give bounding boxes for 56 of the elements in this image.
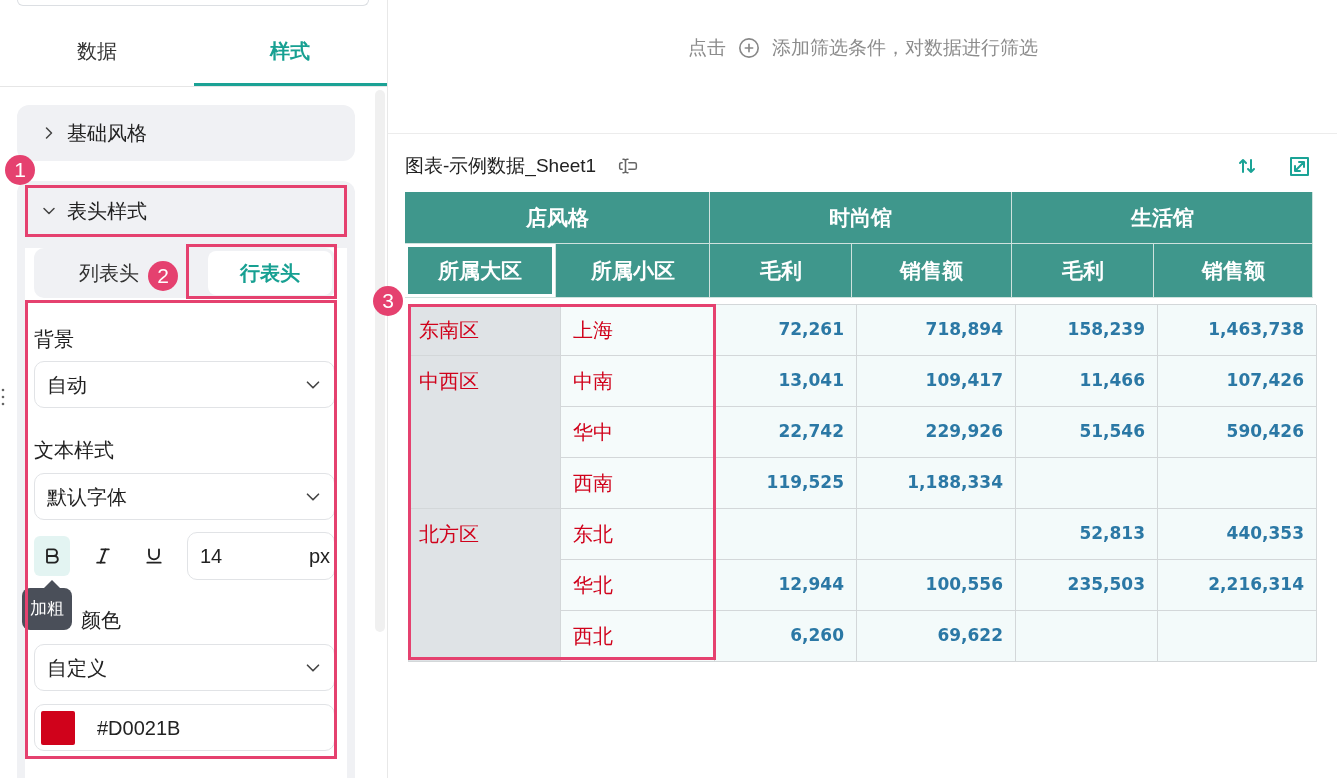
plus-circle-icon[interactable] [737, 37, 760, 59]
table-cell: 107,426 [1158, 356, 1317, 407]
filter-hint-text: 添加筛选条件，对数据进行筛选 [771, 35, 1038, 60]
table-cell: 上海 [561, 305, 715, 356]
table-cell: 中南 [561, 356, 715, 407]
format-button[interactable] [34, 536, 70, 576]
swap-arrows-icon[interactable] [1238, 157, 1256, 175]
table-cell: 华中 [561, 407, 715, 458]
table-cell: 718,894 [857, 305, 1016, 356]
table-cell: 12,944 [715, 560, 857, 611]
table-cell: 158,239 [1016, 305, 1158, 356]
text-cursor-icon[interactable] [618, 156, 639, 176]
table-cell: 229,926 [857, 407, 1016, 458]
field-label: 颜色 [81, 608, 121, 632]
table-cell: 590,426 [1158, 407, 1317, 458]
scrollbar[interactable] [375, 90, 385, 632]
header-cell: 店风格 [405, 192, 710, 244]
header-cell: 时尚馆 [710, 192, 1012, 244]
table-cell: 中西区 [409, 356, 561, 509]
panel-tab[interactable]: 数据 [0, 6, 194, 86]
table-cell: 11,466 [1016, 356, 1158, 407]
field-label: 背景 [34, 327, 74, 351]
field-label: 文本样式 [34, 438, 114, 462]
table-cell: 西南 [561, 458, 715, 509]
table-cell: 22,742 [715, 407, 857, 458]
table-cell: 东北 [561, 509, 715, 560]
annotation-badge: 1 [5, 155, 35, 185]
table-cell: 69,622 [857, 611, 1016, 662]
filter-hint-text: 点击 [687, 35, 726, 60]
table-cell: 1,188,334 [857, 458, 1016, 509]
table-cell: 西北 [561, 611, 715, 662]
table-cell: 51,546 [1016, 407, 1158, 458]
table-cell: 235,503 [1016, 560, 1158, 611]
table-cell: 13,041 [715, 356, 857, 407]
tooltip: 加粗 [22, 580, 72, 630]
table-cell: 6,260 [715, 611, 857, 662]
header-cell: 生活馆 [1012, 192, 1313, 244]
annotation-badge: 3 [373, 286, 403, 316]
table-cell: 华北 [561, 560, 715, 611]
table-cell: 119,525 [715, 458, 857, 509]
table-cell: 2,216,314 [1158, 560, 1317, 611]
section-header[interactable]: 表头样式 [25, 185, 347, 237]
table-cell: 109,417 [857, 356, 1016, 407]
table-cell: 100,556 [857, 560, 1016, 611]
table-cell: 72,261 [715, 305, 857, 356]
chart-title: 图表-示例数据_Sheet1 [405, 153, 597, 179]
table-cell: 1,463,738 [1158, 305, 1317, 356]
table-cell: 440,353 [1158, 509, 1317, 560]
underline-icon [144, 546, 164, 566]
table-cell: 52,813 [1016, 509, 1158, 560]
table-cell: 东南区 [409, 305, 561, 356]
italic-icon [93, 546, 113, 566]
color-swatch-icon [41, 710, 75, 745]
expand-icon[interactable] [1290, 156, 1309, 176]
table-cell: 北方区 [409, 509, 561, 662]
drag-handle-icon[interactable] [1, 388, 5, 406]
